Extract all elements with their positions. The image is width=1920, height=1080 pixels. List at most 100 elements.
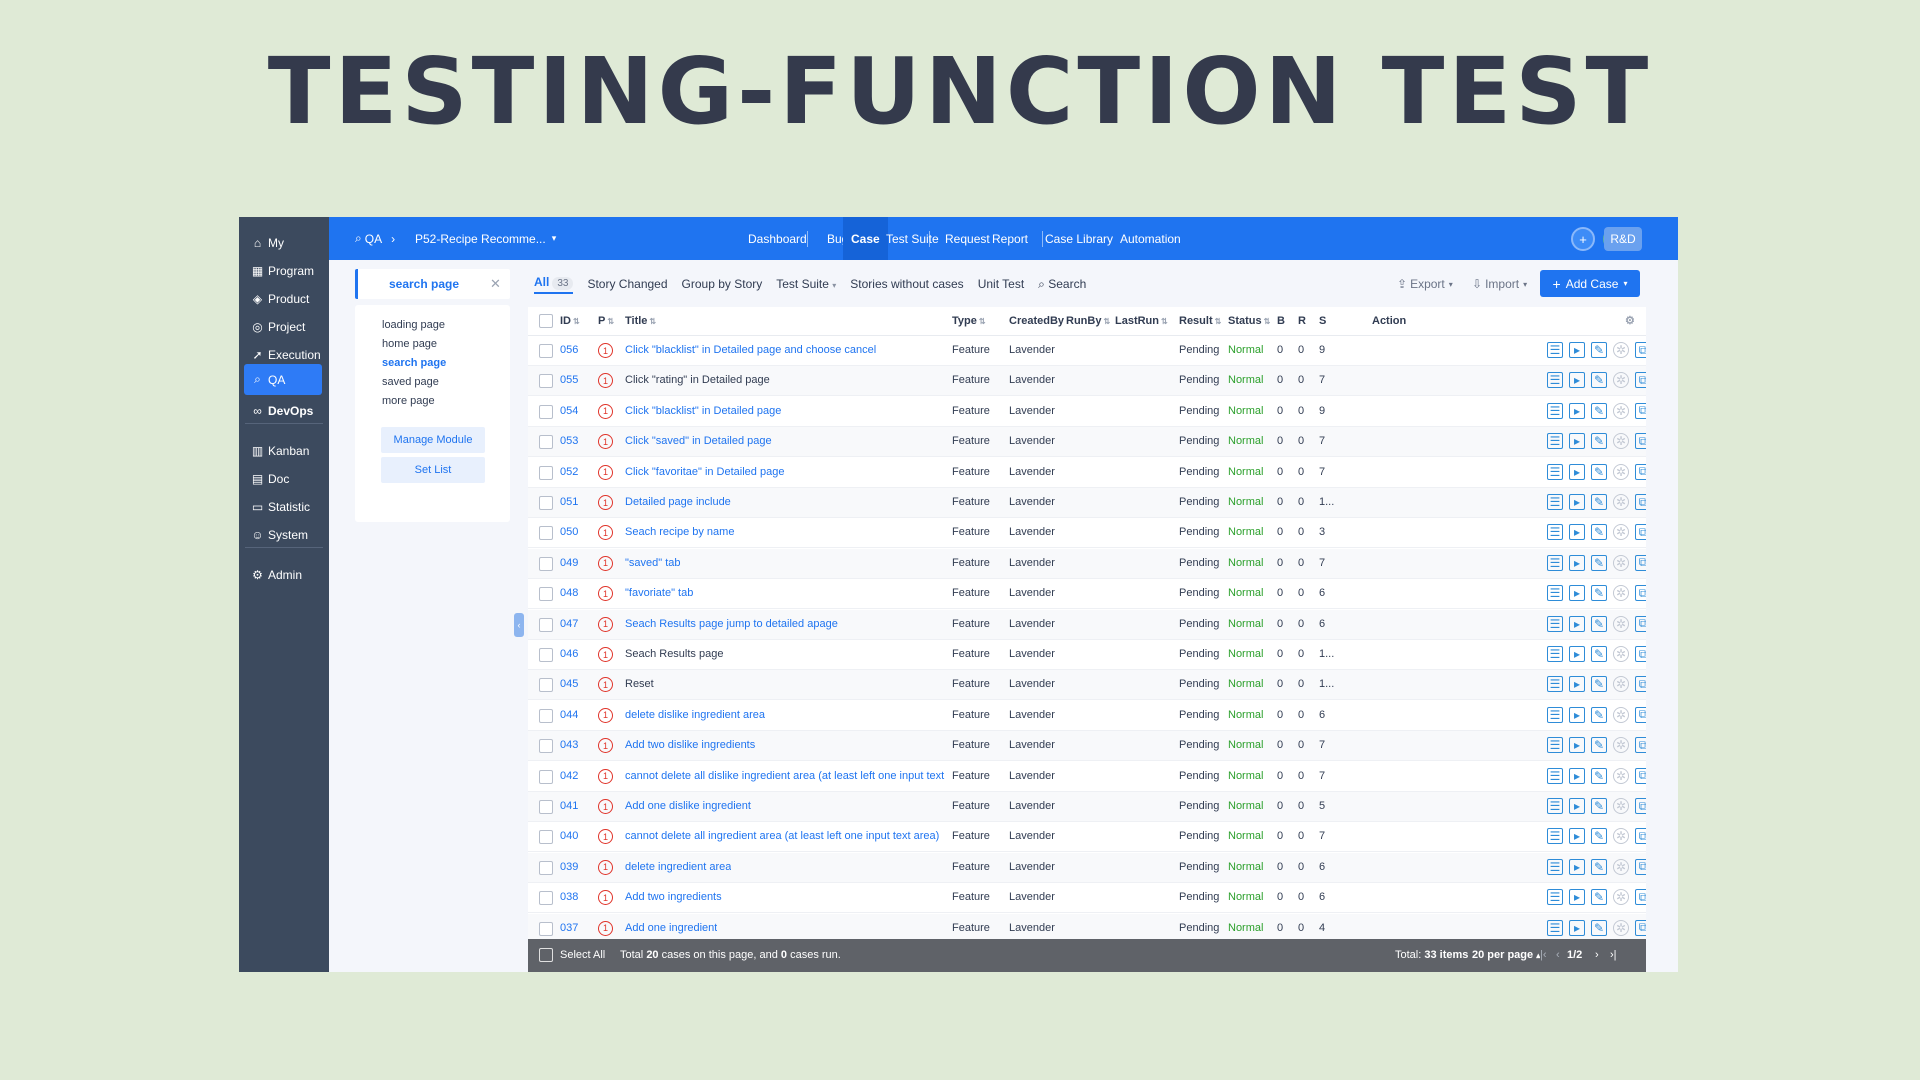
case-title-link[interactable]: Click "saved" in Detailed page	[625, 435, 772, 447]
run-icon[interactable]: ▸	[1569, 372, 1585, 389]
case-list-icon[interactable]: ☰	[1547, 706, 1563, 723]
run-icon[interactable]: ▸	[1569, 919, 1585, 936]
case-title-link[interactable]: Seach Results page	[625, 648, 723, 660]
case-list-icon[interactable]: ☰	[1547, 646, 1563, 662]
case-title-link[interactable]: cannot delete all dislike ingredient are…	[625, 770, 945, 782]
module-item-search-page[interactable]: search page	[382, 357, 446, 369]
bug-icon[interactable]: ✲	[1613, 585, 1629, 602]
run-icon[interactable]: ▸	[1569, 463, 1585, 480]
case-id[interactable]: 055	[560, 374, 578, 386]
bug-icon[interactable]: ✲	[1613, 767, 1629, 784]
run-icon[interactable]: ▸	[1569, 585, 1585, 602]
case-title-link[interactable]: "saved" tab	[625, 557, 681, 569]
edit-icon[interactable]: ✎	[1591, 646, 1607, 662]
case-list-icon[interactable]: ☰	[1547, 524, 1563, 541]
case-list-icon[interactable]: ☰	[1547, 615, 1563, 632]
filter-unit-test[interactable]: Unit Test	[978, 277, 1024, 291]
case-list-icon[interactable]: ☰	[1547, 798, 1563, 814]
product-switcher[interactable]: P52-Recipe Recomme... ▾	[415, 217, 556, 260]
filter-stories-without-cases[interactable]: Stories without cases	[850, 277, 963, 291]
case-title-link[interactable]: Click "rating" in Detailed page	[625, 374, 770, 386]
copy-icon[interactable]: ⧉	[1635, 889, 1646, 906]
case-title-link[interactable]: Click "favoritae" in Detailed page	[625, 466, 784, 478]
copy-icon[interactable]: ⧉	[1635, 463, 1646, 480]
case-list-icon[interactable]: ☰	[1547, 554, 1563, 571]
case-title-link[interactable]: Add two ingredients	[625, 891, 722, 903]
column-header-r[interactable]: R	[1298, 315, 1306, 327]
bug-icon[interactable]: ✲	[1613, 798, 1629, 814]
close-icon[interactable]: ✕	[490, 276, 510, 292]
sidebar-item-admin[interactable]: ⚙ Admin	[244, 559, 322, 590]
sidebar-item-qa[interactable]: ⌕ QA	[244, 364, 322, 395]
bug-icon[interactable]: ✲	[1613, 676, 1629, 693]
row-checkbox[interactable]	[539, 830, 553, 845]
bug-icon[interactable]: ✲	[1613, 737, 1629, 754]
case-title-link[interactable]: Add one dislike ingredient	[625, 800, 751, 812]
edit-icon[interactable]: ✎	[1591, 433, 1607, 450]
case-id[interactable]: 042	[560, 770, 578, 782]
filter-all[interactable]: All 33	[534, 275, 574, 294]
tab-case-library[interactable]: Case Library	[1037, 217, 1121, 260]
case-list-icon[interactable]: ☰	[1547, 889, 1563, 906]
case-id[interactable]: 043	[560, 739, 578, 751]
collapse-handle[interactable]: ‹	[514, 613, 524, 637]
filter-group-by-story[interactable]: Group by Story	[682, 277, 763, 291]
copy-icon[interactable]: ⧉	[1635, 737, 1646, 754]
sidebar-item-product[interactable]: ◈ Product	[244, 283, 322, 314]
copy-icon[interactable]: ⧉	[1635, 615, 1646, 632]
bug-icon[interactable]: ✲	[1613, 494, 1629, 510]
module-search[interactable]: search page ✕	[355, 269, 510, 299]
case-id[interactable]: 052	[560, 466, 578, 478]
filter-test-suite[interactable]: Test Suite ▾	[776, 277, 836, 291]
bug-icon[interactable]: ✲	[1613, 402, 1629, 419]
bug-icon[interactable]: ✲	[1613, 615, 1629, 632]
case-title-link[interactable]: delete ingredient area	[625, 861, 731, 873]
case-title-link[interactable]: Click "blacklist" in Detailed page	[625, 405, 781, 417]
sidebar-item-project[interactable]: ◎ Project	[244, 311, 322, 342]
qa-breadcrumb[interactable]: ⌕ QA ›	[355, 217, 404, 260]
column-header-title[interactable]: Title ⇅	[625, 315, 656, 327]
edit-icon[interactable]: ✎	[1591, 706, 1607, 723]
run-icon[interactable]: ▸	[1569, 676, 1585, 693]
bug-icon[interactable]: ✲	[1613, 706, 1629, 723]
case-list-icon[interactable]: ☰	[1547, 676, 1563, 693]
case-title-link[interactable]: Seach recipe by name	[625, 526, 734, 538]
run-icon[interactable]: ▸	[1569, 554, 1585, 571]
edit-icon[interactable]: ✎	[1591, 494, 1607, 510]
sidebar-item-doc[interactable]: ▤ Doc	[244, 463, 322, 494]
edit-icon[interactable]: ✎	[1591, 524, 1607, 541]
case-list-icon[interactable]: ☰	[1547, 402, 1563, 419]
row-checkbox[interactable]	[539, 496, 553, 510]
next-page-icon[interactable]: ›	[1595, 949, 1599, 961]
run-icon[interactable]: ▸	[1569, 889, 1585, 906]
case-id[interactable]: 046	[560, 648, 578, 660]
manage-module-button[interactable]: Manage Module	[381, 427, 485, 453]
copy-icon[interactable]: ⧉	[1635, 554, 1646, 571]
copy-icon[interactable]: ⧉	[1635, 433, 1646, 450]
import-button[interactable]: ⇩ Import ▾	[1472, 269, 1527, 299]
case-list-icon[interactable]: ☰	[1547, 737, 1563, 754]
row-checkbox[interactable]	[539, 800, 553, 814]
run-icon[interactable]: ▸	[1569, 798, 1585, 814]
run-icon[interactable]: ▸	[1569, 342, 1585, 358]
copy-icon[interactable]: ⧉	[1635, 676, 1646, 693]
case-id[interactable]: 037	[560, 922, 578, 934]
add-case-button[interactable]: + Add Case ▾	[1540, 270, 1640, 297]
edit-icon[interactable]: ✎	[1591, 615, 1607, 632]
case-id[interactable]: 054	[560, 405, 578, 417]
row-checkbox[interactable]	[539, 404, 553, 419]
edit-icon[interactable]: ✎	[1591, 372, 1607, 389]
case-title-link[interactable]: "favoriate" tab	[625, 587, 693, 599]
select-all-label[interactable]: Select All	[560, 949, 605, 961]
copy-icon[interactable]: ⧉	[1635, 828, 1646, 845]
bug-icon[interactable]: ✲	[1613, 889, 1629, 906]
column-header-b[interactable]: B	[1277, 315, 1285, 327]
copy-icon[interactable]: ⧉	[1635, 646, 1646, 662]
copy-icon[interactable]: ⧉	[1635, 372, 1646, 389]
edit-icon[interactable]: ✎	[1591, 767, 1607, 784]
edit-icon[interactable]: ✎	[1591, 737, 1607, 754]
run-icon[interactable]: ▸	[1569, 433, 1585, 450]
case-id[interactable]: 049	[560, 557, 578, 569]
bug-icon[interactable]: ✲	[1613, 433, 1629, 450]
copy-icon[interactable]: ⧉	[1635, 767, 1646, 784]
